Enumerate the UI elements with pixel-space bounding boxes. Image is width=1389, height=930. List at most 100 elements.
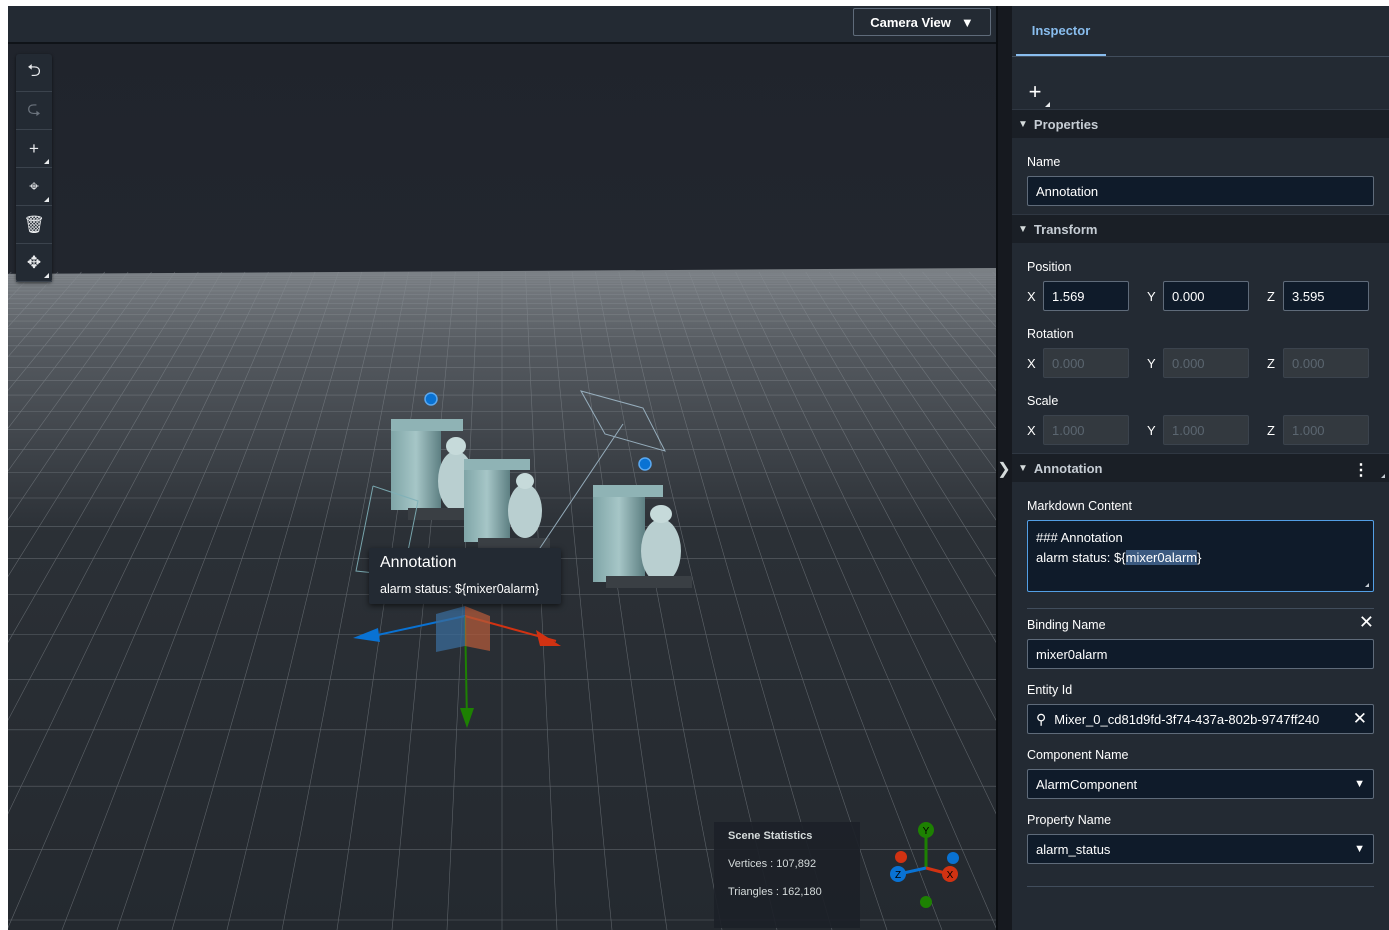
rotation-fields: X 0.000 Y 0.000 Z 0.000	[1027, 348, 1374, 378]
axis-y-label: Y	[1147, 422, 1156, 438]
section-title: Properties	[1033, 116, 1099, 132]
tab-inspector[interactable]: Inspector	[1016, 6, 1106, 56]
name-label: Name	[1027, 155, 1061, 169]
chevron-right-icon[interactable]: ❯	[996, 456, 1012, 482]
property-label: Property Name	[1027, 813, 1112, 827]
section-annotation-body: Markdown Content ### Annotation alarm st…	[1012, 482, 1389, 901]
caret-down-icon: ▼	[1354, 778, 1365, 790]
scale-x-input: 1.000	[1043, 415, 1129, 445]
component-name-select[interactable]: AlarmComponent ▼	[1027, 769, 1374, 799]
corner-icon	[1381, 474, 1385, 478]
binding-label: Binding Name	[1027, 618, 1106, 632]
rotation-y-value: 0.000	[1172, 355, 1205, 371]
axis-y-label: Y	[1147, 355, 1156, 371]
axis-z-label: Z	[1267, 288, 1275, 304]
add-object-icon[interactable]: +	[16, 130, 52, 168]
scene-statistics: Scene Statistics Vertices : 107,892 Tria…	[714, 822, 860, 928]
position-z-value: 3.595	[1292, 288, 1325, 304]
position-fields: X 1.569 Y 0.000 Z 3.595	[1027, 281, 1374, 311]
add-icon[interactable]: +	[1020, 77, 1050, 107]
property-name-select[interactable]: alarm_status ▼	[1027, 834, 1374, 864]
clear-icon[interactable]: ✕	[1353, 709, 1367, 729]
markdown-label: Markdown Content	[1027, 499, 1132, 513]
rotation-x-input: 0.000	[1043, 348, 1129, 378]
scale-y-input: 1.000	[1163, 415, 1249, 445]
more-options-icon[interactable]: ⋮	[1353, 460, 1369, 480]
position-z-input[interactable]: 3.595	[1283, 281, 1369, 311]
divider	[1027, 886, 1374, 887]
rotation-z-input: 0.000	[1283, 348, 1369, 378]
gizmo-x-label: X	[947, 870, 954, 881]
position-x-value: 1.569	[1052, 288, 1085, 304]
markdown-line-2: alarm status: ${mixer0alarm}	[1036, 548, 1201, 568]
entity-label: Entity Id	[1027, 683, 1073, 697]
annotation-tooltip: Annotation alarm status: ${mixer0alarm}	[369, 548, 561, 604]
stats-vertices: Vertices : 107,892	[728, 858, 817, 870]
axis-x-label: X	[1027, 288, 1036, 304]
scale-fields: X 1.000 Y 1.000 Z 1.000	[1027, 415, 1374, 445]
corner-icon	[44, 197, 49, 202]
section-properties-header[interactable]: ▼ Properties	[1012, 109, 1389, 138]
markdown-selection: mixer0alarm	[1125, 550, 1198, 565]
name-value: Annotation	[1036, 183, 1099, 199]
position-y-input[interactable]: 0.000	[1163, 281, 1249, 311]
markdown-text: alarm status: ${	[1036, 550, 1126, 565]
scale-y-value: 1.000	[1172, 422, 1205, 438]
rotation-x-value: 0.000	[1052, 355, 1085, 371]
section-title: Transform	[1033, 221, 1098, 237]
undo-icon[interactable]: ⮌	[16, 54, 52, 92]
scale-label: Scale	[1027, 394, 1059, 408]
stats-heading: Scene Statistics	[728, 830, 813, 842]
scale-x-value: 1.000	[1052, 422, 1085, 438]
corner-icon	[44, 273, 49, 278]
section-annotation-header[interactable]: ▼ Annotation ⋮	[1012, 453, 1389, 482]
caret-down-icon: ▼	[1018, 462, 1028, 474]
corner-icon	[44, 159, 49, 164]
binding-label-row: Binding Name ✕	[1027, 612, 1374, 632]
stats-triangles: Triangles : 162,180	[728, 886, 822, 898]
entity-id-search[interactable]: ⚲ Mixer_0_cd81d9fd-3f74-437a-802b-9747ff…	[1027, 704, 1374, 734]
app-window: Y X Z Camera View ▼ ⮌ ⮎ + ⌖ 🗑 ✥ Annotation al…	[8, 6, 1389, 930]
markdown-line-1: ### Annotation	[1036, 530, 1123, 545]
component-label: Component Name	[1027, 748, 1129, 762]
tooltip-body: alarm status: ${mixer0alarm}	[380, 582, 540, 596]
orbit-icon[interactable]: ⌖	[16, 168, 52, 206]
scene-canvas[interactable]: Y X Z	[8, 6, 996, 930]
divider	[1027, 608, 1374, 609]
tooltip-title: Annotation	[380, 554, 457, 571]
entity-value: Mixer_0_cd81d9fd-3f74-437a-802b-9747ff24…	[1054, 711, 1320, 727]
move-icon[interactable]: ✥	[16, 244, 52, 282]
rotation-y-input: 0.000	[1163, 348, 1249, 378]
close-icon[interactable]: ✕	[1359, 612, 1374, 633]
binding-value: mixer0alarm	[1036, 646, 1108, 662]
search-icon: ⚲	[1036, 710, 1047, 727]
section-transform-body: Position X 1.569 Y 0.000 Z 3.595 Rotatio…	[1012, 243, 1389, 453]
gizmo-z-label: Z	[895, 870, 901, 881]
inspector-tabbar: Inspector	[1012, 6, 1389, 57]
scene-viewport[interactable]: Y X Z Camera View ▼ ⮌ ⮎ + ⌖ 🗑 ✥ Annotation al…	[8, 6, 998, 930]
add-component-row: +	[1012, 57, 1389, 109]
resize-handle-icon[interactable]	[1365, 583, 1369, 587]
name-input[interactable]: Annotation	[1027, 176, 1374, 206]
component-value: AlarmComponent	[1036, 776, 1138, 792]
axis-z-label: Z	[1267, 422, 1275, 438]
axis-x-label: X	[1027, 422, 1036, 438]
scale-z-value: 1.000	[1292, 422, 1325, 438]
binding-name-input[interactable]: mixer0alarm	[1027, 639, 1374, 669]
viewport-topbar: Camera View ▼	[8, 6, 996, 44]
camera-view-dropdown[interactable]: Camera View ▼	[853, 8, 991, 36]
section-transform-header[interactable]: ▼ Transform	[1012, 214, 1389, 243]
axis-y-label: Y	[1147, 288, 1156, 304]
caret-down-icon: ▼	[1018, 118, 1028, 130]
rotation-z-value: 0.000	[1292, 355, 1325, 371]
markdown-text: }	[1197, 550, 1202, 565]
caret-down-icon: ▼	[1018, 223, 1028, 235]
camera-view-label: Camera View	[870, 14, 951, 30]
section-title: Annotation	[1033, 460, 1103, 476]
markdown-textarea[interactable]: ### Annotation alarm status: ${mixer0ala…	[1027, 520, 1374, 592]
position-x-input[interactable]: 1.569	[1043, 281, 1129, 311]
gizmo-y-label: Y	[923, 826, 930, 837]
caret-down-icon: ▼	[1354, 843, 1365, 855]
delete-icon[interactable]: 🗑	[16, 206, 52, 244]
scene-toolbar: ⮌ ⮎ + ⌖ 🗑 ✥	[16, 54, 52, 282]
